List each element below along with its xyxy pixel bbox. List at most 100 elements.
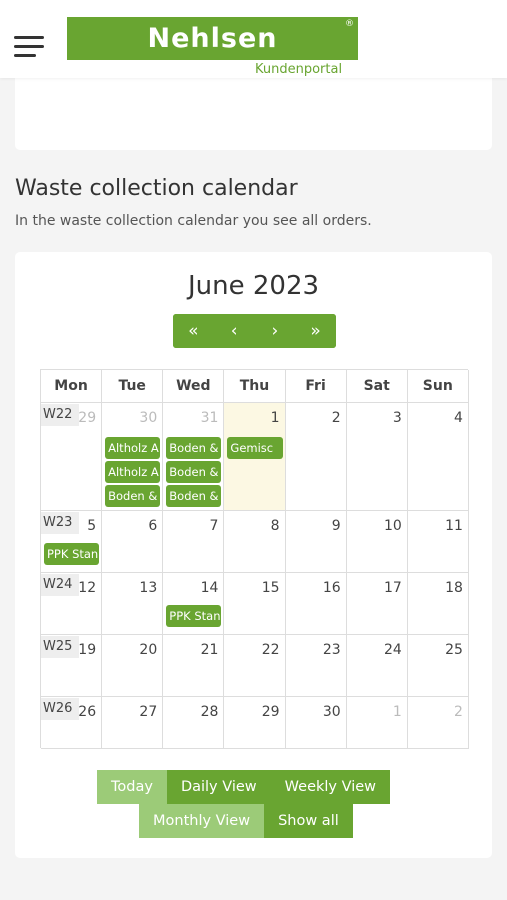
day-number[interactable]: 19 [78,642,96,658]
day-cell[interactable]: 1 [347,697,408,748]
day-cell[interactable]: 6 [102,511,164,572]
day-number[interactable]: 17 [384,580,402,596]
day-number[interactable]: 27 [139,704,157,720]
calendar-event[interactable]: Boden & [166,437,222,459]
day-number[interactable]: 18 [445,580,463,596]
day-cell[interactable]: 13 [102,573,164,634]
prev-month-button[interactable]: ‹ [213,314,255,348]
calendar-event[interactable]: Altholz A [105,437,161,459]
day-number[interactable]: 12 [78,580,96,596]
week-number[interactable]: W23 [41,512,79,534]
day-cell[interactable]: 27 [102,697,164,748]
calendar-grid: Mon Tue Wed Thu Fri Sat Sun 29 30 31 1 2 3 4 W22 Altho… [40,369,469,749]
week-row: 19 20 21 22 23 24 25 W25 [41,635,469,697]
day-number[interactable]: 31 [201,410,219,426]
day-number[interactable]: 1 [393,704,402,720]
weekly-view-button[interactable]: Weekly View [270,770,391,804]
day-number[interactable]: 21 [201,642,219,658]
calendar-navigation: « ‹ › » [173,314,336,348]
day-cell[interactable]: 28 [163,697,225,748]
day-number[interactable]: 9 [332,518,341,534]
day-number[interactable]: 2 [454,704,463,720]
day-cell[interactable]: 21 [163,635,225,696]
today-button[interactable]: Today [97,770,167,804]
monthly-view-button[interactable]: Monthly View [139,804,265,838]
daily-view-button[interactable]: Daily View [166,770,271,804]
week-number[interactable]: W26 [41,698,79,720]
day-number[interactable]: 1 [271,410,280,426]
calendar-event[interactable]: Boden & [166,485,222,507]
day-cell[interactable]: 7 [163,511,225,572]
day-number[interactable]: 26 [78,704,96,720]
day-cell[interactable]: 29 [224,697,286,748]
week-number[interactable]: W24 [41,574,79,596]
day-number[interactable]: 29 [78,410,96,426]
day-cell[interactable]: 20 [102,635,164,696]
day-cell[interactable]: 4 [408,403,469,510]
day-number[interactable]: 15 [262,580,280,596]
day-number[interactable]: 8 [271,518,280,534]
day-number[interactable]: 7 [209,518,218,534]
day-cell[interactable]: 3 [347,403,408,510]
day-number[interactable]: 13 [139,580,157,596]
day-number[interactable]: 25 [445,642,463,658]
day-number[interactable]: 10 [384,518,402,534]
day-header: Wed [163,370,225,403]
day-cell[interactable]: 18 [408,573,469,634]
menu-icon[interactable] [14,36,45,58]
next-year-button[interactable]: » [295,314,336,348]
day-cell[interactable]: 25 [408,635,469,696]
section-description: In the waste collection calendar you see… [15,213,372,229]
calendar-title: June 2023 [187,271,320,301]
day-number[interactable]: 16 [323,580,341,596]
next-month-button[interactable]: › [254,314,296,348]
day-header: Mon [41,370,103,403]
day-cell[interactable]: 17 [347,573,408,634]
day-number[interactable]: 20 [139,642,157,658]
day-number[interactable]: 30 [323,704,341,720]
day-cell[interactable]: 2 [408,697,469,748]
day-cell[interactable]: 11 [408,511,469,572]
day-number[interactable]: 29 [262,704,280,720]
calendar-event[interactable]: Altholz A [105,461,161,483]
day-header: Sat [347,370,408,403]
day-number[interactable]: 5 [87,518,96,534]
day-cell[interactable]: 23 [286,635,347,696]
week-row: 12 13 14 15 16 17 18 W24 PPK Stan [41,573,469,635]
day-number[interactable]: 11 [445,518,463,534]
calendar-event[interactable]: Boden & [166,461,222,483]
show-all-button[interactable]: Show all [264,804,353,838]
day-number[interactable]: 28 [201,704,219,720]
week-number[interactable]: W22 [41,404,79,426]
week-row: 5 6 7 8 9 10 11 W23 PPK Stan [41,511,469,573]
day-number[interactable]: 24 [384,642,402,658]
day-number[interactable]: 2 [332,410,341,426]
calendar-event[interactable]: PPK Stan [44,543,100,565]
day-cell[interactable]: 9 [286,511,347,572]
day-cell[interactable]: 15 [224,573,286,634]
day-cell[interactable]: 24 [347,635,408,696]
day-cell[interactable]: 30 [286,697,347,748]
week-row: 29 30 31 1 2 3 4 W22 Altholz A Altholz A Boden & Bo… [41,403,469,511]
day-number[interactable]: 4 [454,410,463,426]
calendar-event[interactable]: Boden & [105,485,161,507]
view-buttons-row-1: Today Daily View Weekly View [97,770,391,804]
day-cell[interactable]: 16 [286,573,347,634]
day-number[interactable]: 6 [148,518,157,534]
day-number[interactable]: 14 [201,580,219,596]
day-cell[interactable]: 2 [286,403,347,510]
calendar-event[interactable]: PPK Stan [166,605,222,627]
calendar-event[interactable]: Gemisc [227,437,283,459]
prev-year-button[interactable]: « [173,314,214,348]
logo-text: Nehlsen [147,23,278,54]
day-cell[interactable]: 22 [224,635,286,696]
day-number[interactable]: 3 [393,410,402,426]
day-number[interactable]: 23 [323,642,341,658]
day-number[interactable]: 22 [262,642,280,658]
day-cell[interactable]: 10 [347,511,408,572]
day-cell[interactable]: 8 [224,511,286,572]
week-number[interactable]: W25 [41,636,79,658]
week-row: 26 27 28 29 30 1 2 W26 [41,697,469,749]
nehlsen-logo[interactable]: Nehlsen ® [67,17,358,60]
day-number[interactable]: 30 [139,410,157,426]
